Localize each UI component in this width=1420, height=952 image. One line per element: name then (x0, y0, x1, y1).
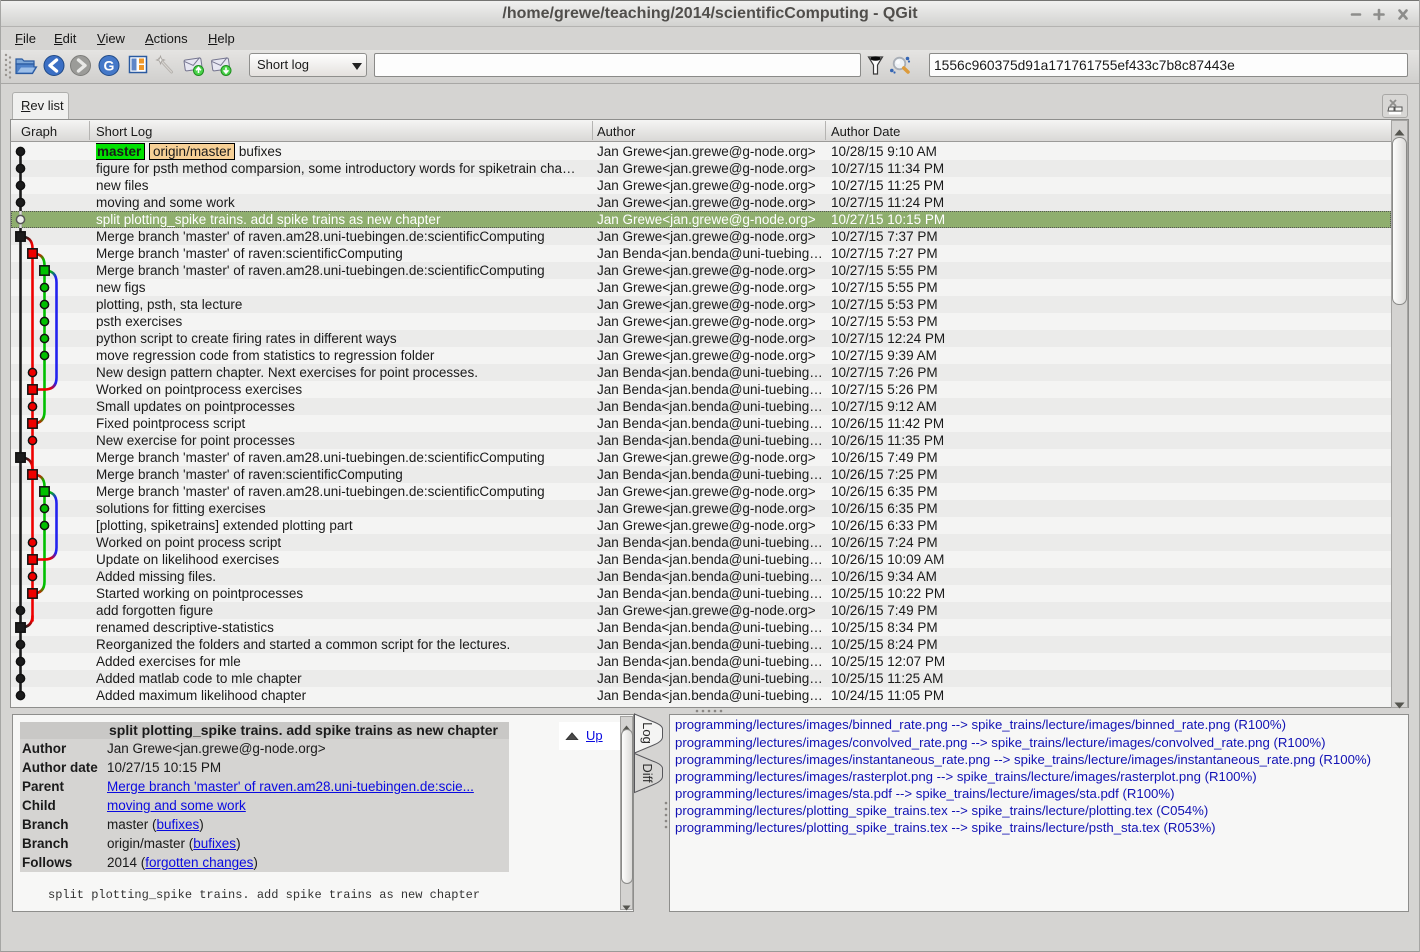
svg-text:Log: Log (640, 722, 655, 744)
svg-text:Diff: Diff (640, 763, 655, 783)
svg-text:G: G (104, 58, 115, 74)
